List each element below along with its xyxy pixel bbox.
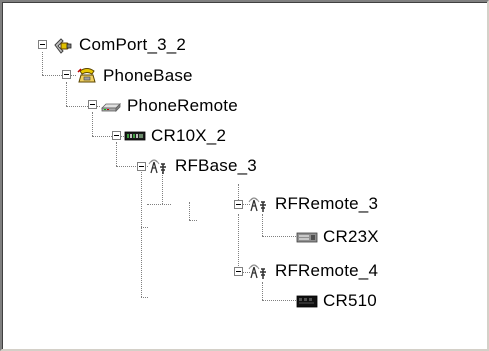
- datalogger-black-icon: [296, 291, 318, 311]
- tree-node-phonebase[interactable]: PhoneBase: [76, 64, 193, 88]
- tree-connector: [141, 297, 148, 298]
- tree-node-phoneremote[interactable]: PhoneRemote: [100, 94, 238, 118]
- collapse-toggle[interactable]: [234, 267, 243, 276]
- tree-node-rfremote-4[interactable]: RFRemote_4: [248, 259, 378, 283]
- tree-node-comport[interactable]: ComPort_3_2: [52, 33, 186, 57]
- node-label: CR23X: [323, 227, 379, 246]
- node-label: CR10X_2: [151, 126, 227, 145]
- collapse-toggle[interactable]: [234, 200, 243, 209]
- tree-connector: [116, 142, 117, 166]
- tree-node-cr10x-2[interactable]: CR10X_2: [124, 124, 226, 148]
- radio-antenna-icon: [248, 194, 270, 214]
- node-label: PhoneBase: [103, 66, 193, 85]
- tree-connector: [189, 202, 190, 220]
- collapse-toggle[interactable]: [112, 131, 121, 140]
- tree-connector: [141, 202, 142, 297]
- tree-node-rfbase-3[interactable]: RFBase_3: [148, 154, 257, 178]
- tree-connector: [189, 220, 197, 221]
- network-tree: ComPort_3_2 PhoneBase PhoneRemote CR10X_…: [2, 2, 487, 349]
- node-label: ComPort_3_2: [79, 35, 187, 54]
- network-tree-panel: ComPort_3_2 PhoneBase PhoneRemote CR10X_…: [0, 0, 489, 351]
- tree-connector: [262, 300, 296, 301]
- radio-antenna-icon: [148, 156, 170, 176]
- collapse-toggle[interactable]: [88, 100, 97, 109]
- tree-connector: [262, 214, 263, 236]
- node-label: RFRemote_4: [275, 261, 379, 280]
- node-label: RFBase_3: [175, 156, 257, 175]
- node-label: RFRemote_3: [275, 194, 379, 213]
- radio-antenna-icon: [248, 261, 270, 281]
- tree-connector: [262, 282, 263, 300]
- collapse-toggle[interactable]: [62, 70, 71, 79]
- collapse-toggle[interactable]: [38, 40, 47, 49]
- tree-connector: [66, 82, 67, 106]
- node-label: PhoneRemote: [127, 96, 238, 115]
- datalogger-gray-icon: [296, 227, 318, 247]
- tree-connector: [141, 227, 148, 228]
- tree-node-cr510[interactable]: CR510: [296, 289, 377, 313]
- tree-connector: [262, 236, 296, 237]
- tree-connector: [147, 204, 171, 205]
- datalogger-icon: [124, 126, 146, 146]
- comport-icon: [52, 35, 74, 55]
- phone-base-icon: [76, 66, 98, 86]
- tree-connector: [92, 112, 93, 136]
- tree-connector: [42, 52, 43, 75]
- tree-node-rfremote-3[interactable]: RFRemote_3: [248, 192, 378, 216]
- node-label: CR510: [323, 291, 377, 310]
- phone-remote-modem-icon: [100, 96, 122, 116]
- collapse-toggle[interactable]: [137, 162, 146, 171]
- tree-node-cr23x[interactable]: CR23X: [296, 225, 379, 249]
